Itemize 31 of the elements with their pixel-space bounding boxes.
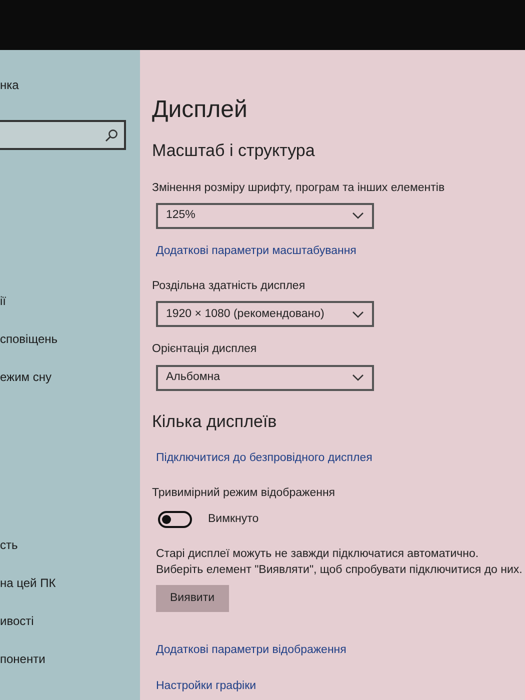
page-title: Дисплей bbox=[152, 95, 248, 125]
field-label: Роздільна здатність дисплея bbox=[152, 279, 306, 294]
section-heading: Масштаб і структура bbox=[152, 140, 315, 162]
link[interactable]: Підключитися до безпровідного дисплея bbox=[156, 450, 372, 468]
sidebar-item[interactable]: сть bbox=[0, 536, 140, 554]
chevron-down-icon bbox=[352, 310, 364, 318]
sidebar-item[interactable]: ивості bbox=[0, 612, 140, 630]
sidebar-heading: нка bbox=[0, 77, 19, 94]
field-label: Орієнтація дисплея bbox=[152, 342, 257, 358]
search-field[interactable] bbox=[0, 120, 126, 150]
detect-button[interactable]: Виявити bbox=[156, 585, 229, 612]
chevron-down-icon bbox=[352, 374, 364, 381]
sidebar-item[interactable]: ежим сну bbox=[0, 368, 140, 386]
link[interactable]: Додаткові параметри відображення bbox=[156, 642, 346, 660]
sidebar-item[interactable]: поненти bbox=[0, 650, 140, 668]
sidebar-item[interactable]: на цей ПК bbox=[0, 574, 140, 592]
link[interactable]: Настройки графіки bbox=[156, 678, 256, 695]
field-label: Тривимірний режим відображення bbox=[152, 486, 336, 502]
description-text: Старі дисплеї можуть не завжди підключатися автоматично. Виберіть елемент "Виявляти", щоб спробувати підключитися до них. bbox=[156, 546, 524, 578]
search-icon bbox=[105, 128, 118, 142]
sidebar-item[interactable]: ії bbox=[0, 292, 140, 310]
dropdown[interactable]: Альбомна bbox=[156, 364, 374, 390]
chevron-down-icon bbox=[352, 212, 364, 220]
link[interactable]: Додаткові параметри масштабування bbox=[156, 242, 356, 260]
sidebar-item[interactable]: сповіщень bbox=[0, 330, 140, 348]
dropdown[interactable]: 125% bbox=[156, 202, 374, 229]
toggle-switch[interactable] bbox=[158, 510, 192, 528]
field-label: Змінення розміру шрифту, програм та інших елементів bbox=[152, 180, 445, 196]
toggle-state-text: Вимкнуто bbox=[208, 512, 259, 526]
dropdown[interactable]: 1920 × 1080 (рекомендовано) bbox=[156, 301, 374, 328]
section-heading: Кілька дисплеїв bbox=[152, 410, 277, 432]
